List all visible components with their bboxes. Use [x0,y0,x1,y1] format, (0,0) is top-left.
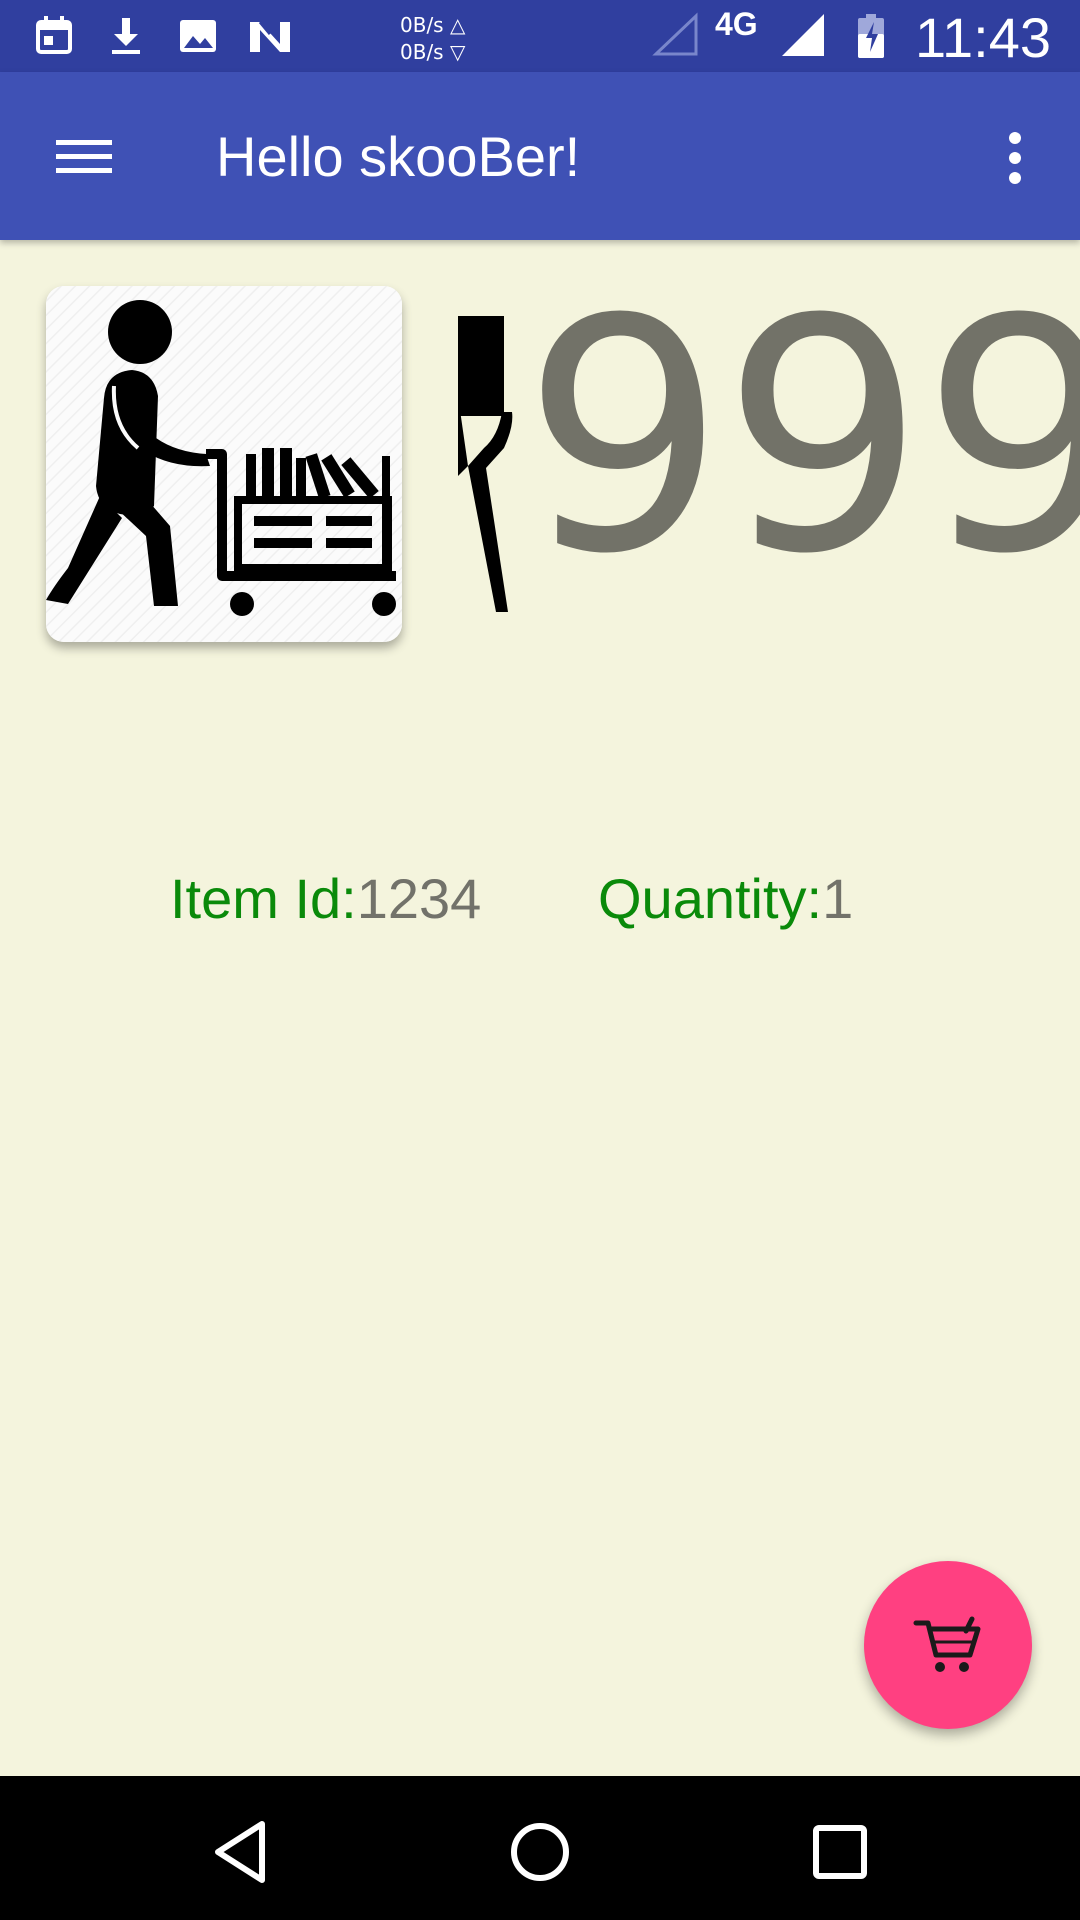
item-id-label: Item Id: [170,867,357,930]
status-bar: 0B/s △ 0B/s ▽ 4G 11:43 [0,0,1080,72]
image-icon [180,20,216,52]
upload-speed: 0B/s △ [400,13,466,37]
clock: 11:43 [915,6,1051,69]
rupee-symbol-icon [458,316,513,612]
home-icon[interactable] [500,1812,580,1892]
item-id-row: Item Id:1234 [170,866,481,931]
download-speed: 0B/s ▽ [400,40,466,64]
product-image[interactable] [46,286,402,642]
network-speed: 0B/s △ 0B/s ▽ [400,12,510,66]
network-type: 4G [715,6,758,42]
hamburger-menu-icon[interactable] [44,118,124,194]
battery-charging-icon [858,14,884,58]
quantity-value: 1 [822,867,854,930]
shopping-cart-icon [913,1616,981,1672]
screen: 0B/s △ 0B/s ▽ 4G 11:43 Hello skooBer! 99… [0,0,1080,1920]
person-pushing-book-cart-icon [46,286,402,642]
back-icon[interactable] [200,1812,280,1892]
app-bar: Hello skooBer! [0,72,1080,240]
download-icon [112,18,140,54]
add-to-cart-button[interactable] [864,1561,1032,1729]
navigation-bar [0,1776,1080,1920]
cell-signal-icon [782,14,824,56]
wifi-empty-icon [652,12,698,56]
item-id-value: 1234 [356,867,482,930]
more-vert-icon[interactable] [990,124,1040,194]
quantity-label: Quantity: [598,867,823,930]
price-value: 999 [522,252,1080,624]
app-title: Hello skooBer! [216,125,581,188]
n-app-icon [250,21,290,52]
calendar-icon [36,16,72,54]
quantity-row: Quantity:1 [598,866,853,931]
recents-icon[interactable] [800,1812,880,1892]
